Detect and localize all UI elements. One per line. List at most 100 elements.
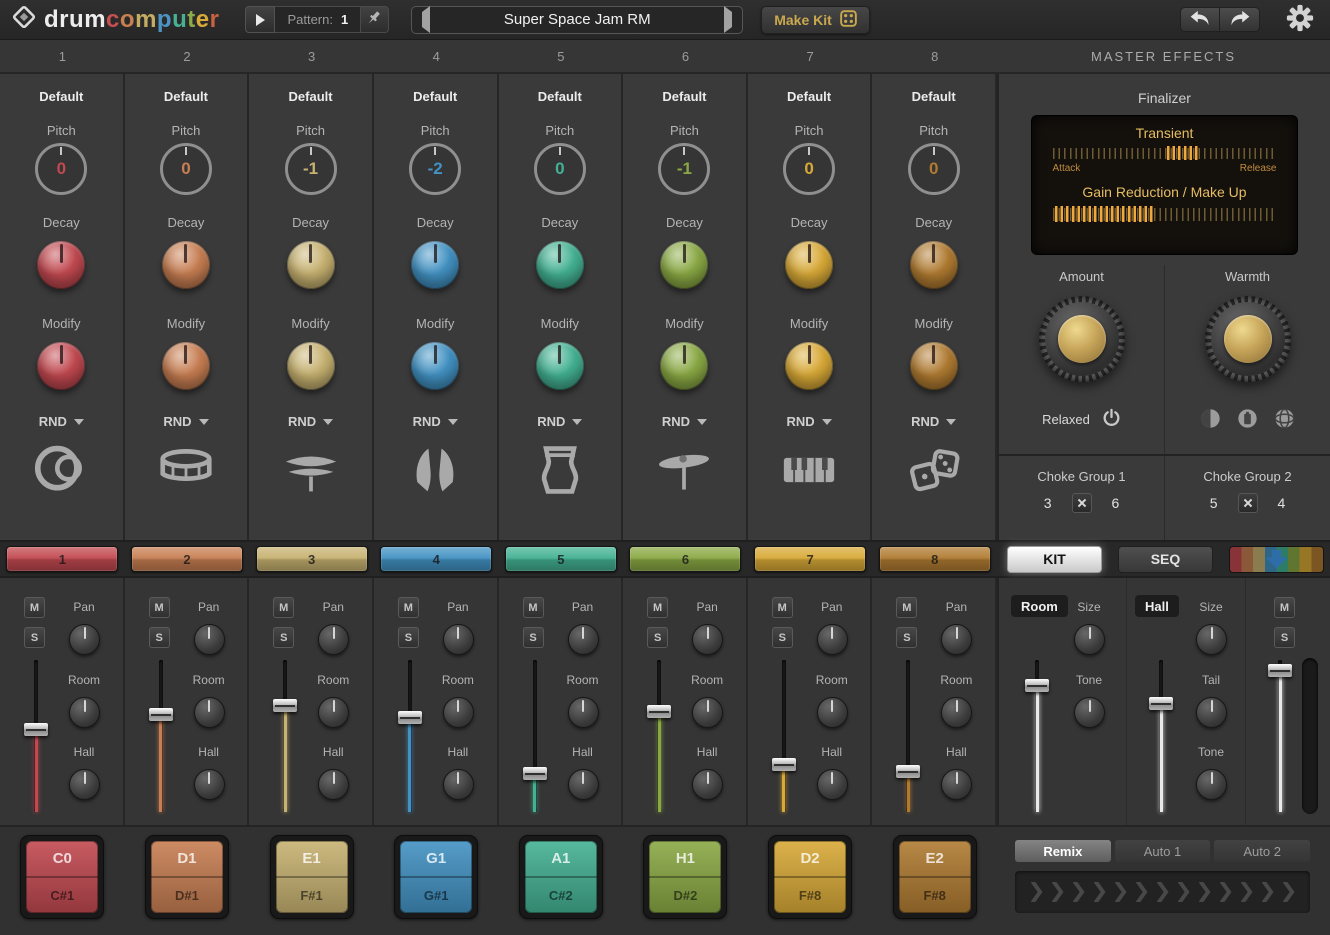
- kit-tab[interactable]: KIT: [1007, 546, 1102, 573]
- modify-knob[interactable]: [785, 342, 833, 390]
- modify-knob[interactable]: [910, 342, 958, 390]
- mute-button[interactable]: M: [772, 597, 793, 618]
- modify-knob[interactable]: [660, 342, 708, 390]
- modify-knob[interactable]: [162, 342, 210, 390]
- fader-thumb[interactable]: [273, 699, 297, 712]
- channel-preset-button[interactable]: Default: [413, 89, 457, 104]
- fader-thumb[interactable]: [523, 767, 547, 780]
- channel-select-pad[interactable]: 1: [6, 546, 118, 572]
- pitch-knob[interactable]: 0: [534, 143, 586, 195]
- room-send-knob[interactable]: [817, 697, 848, 728]
- volume-fader[interactable]: [273, 660, 297, 812]
- decay-knob[interactable]: [37, 241, 85, 289]
- rnd-selector[interactable]: RND: [39, 414, 84, 429]
- hall-button[interactable]: Hall: [1135, 595, 1179, 617]
- mute-button[interactable]: M: [24, 597, 45, 618]
- hall-size-knob[interactable]: [1196, 624, 1227, 655]
- pan-knob[interactable]: [318, 624, 349, 655]
- make-kit-button[interactable]: Make Kit: [761, 6, 870, 34]
- decay-knob[interactable]: [660, 241, 708, 289]
- decay-knob[interactable]: [910, 241, 958, 289]
- dice-icon[interactable]: [902, 441, 966, 499]
- hall-send-knob[interactable]: [568, 769, 599, 800]
- room-send-knob[interactable]: [443, 697, 474, 728]
- hall-send-knob[interactable]: [692, 769, 723, 800]
- pan-knob[interactable]: [194, 624, 225, 655]
- channel-preset-button[interactable]: Default: [289, 89, 333, 104]
- hihat-icon[interactable]: [279, 441, 343, 499]
- modify-knob[interactable]: [411, 342, 459, 390]
- fader-thumb[interactable]: [896, 765, 920, 778]
- solo-button[interactable]: S: [523, 627, 544, 648]
- decay-knob[interactable]: [287, 241, 335, 289]
- seq-tab[interactable]: SEQ: [1118, 546, 1213, 573]
- decay-knob[interactable]: [785, 241, 833, 289]
- volume-fader[interactable]: [24, 660, 48, 812]
- warmth-knob[interactable]: [1205, 296, 1291, 382]
- hall-send-knob[interactable]: [318, 769, 349, 800]
- hall-send-knob[interactable]: [817, 769, 848, 800]
- decay-knob[interactable]: [536, 241, 584, 289]
- pitch-knob[interactable]: 0: [160, 143, 212, 195]
- choke-group-1-first-channel[interactable]: 3: [1044, 495, 1052, 511]
- modify-knob[interactable]: [536, 342, 584, 390]
- channel-preset-button[interactable]: Default: [39, 89, 83, 104]
- solo-button[interactable]: S: [273, 627, 294, 648]
- channel-select-pad[interactable]: 8: [879, 546, 991, 572]
- channel-preset-button[interactable]: Default: [787, 89, 831, 104]
- fader-thumb[interactable]: [1268, 664, 1292, 677]
- solo-button[interactable]: S: [647, 627, 668, 648]
- channel-preset-button[interactable]: Default: [662, 89, 706, 104]
- note-pad[interactable]: D1 D#1: [145, 835, 229, 919]
- choke-group-1-second-channel[interactable]: 6: [1112, 495, 1120, 511]
- channel-preset-button[interactable]: Default: [912, 89, 956, 104]
- volume-fader[interactable]: [523, 660, 547, 812]
- room-size-knob[interactable]: [1074, 624, 1105, 655]
- hall-return-fader[interactable]: [1149, 660, 1173, 812]
- mute-button[interactable]: M: [647, 597, 668, 618]
- prev-preset-button[interactable]: [422, 12, 430, 27]
- contrast-mode-button[interactable]: [1200, 408, 1221, 432]
- remix-tab[interactable]: Remix: [1015, 840, 1111, 862]
- decay-knob[interactable]: [411, 241, 459, 289]
- room-send-knob[interactable]: [194, 697, 225, 728]
- pan-knob[interactable]: [568, 624, 599, 655]
- clap-icon[interactable]: [403, 441, 467, 499]
- solo-button[interactable]: S: [398, 627, 419, 648]
- amount-knob[interactable]: [1039, 296, 1125, 382]
- volume-fader[interactable]: [647, 660, 671, 812]
- note-pad[interactable]: G1 G#1: [394, 835, 478, 919]
- channel-preset-button[interactable]: Default: [538, 89, 582, 104]
- fader-thumb[interactable]: [1025, 679, 1049, 692]
- room-return-fader[interactable]: [1025, 660, 1049, 812]
- channel-select-pad[interactable]: 3: [256, 546, 368, 572]
- redo-button[interactable]: [1220, 7, 1260, 32]
- conga-icon[interactable]: [528, 441, 592, 499]
- pitch-knob[interactable]: -1: [285, 143, 337, 195]
- room-send-knob[interactable]: [69, 697, 100, 728]
- channel-select-pad[interactable]: 7: [754, 546, 866, 572]
- pattern-selector[interactable]: Pattern: 1: [275, 6, 361, 33]
- fader-thumb[interactable]: [1149, 697, 1173, 710]
- kit-dropdown-button[interactable]: [1229, 546, 1324, 573]
- auto1-tab[interactable]: Auto 1: [1115, 840, 1211, 862]
- finalizer-mode-label[interactable]: Relaxed: [1042, 412, 1090, 427]
- rnd-selector[interactable]: RND: [288, 414, 333, 429]
- volume-fader[interactable]: [398, 660, 422, 812]
- fader-thumb[interactable]: [24, 723, 48, 736]
- hall-send-knob[interactable]: [941, 769, 972, 800]
- choke-group-2-second-channel[interactable]: 4: [1278, 495, 1286, 511]
- rnd-selector[interactable]: RND: [911, 414, 956, 429]
- fader-thumb[interactable]: [772, 758, 796, 771]
- note-pad[interactable]: A1 C#2: [519, 835, 603, 919]
- channel-preset-button[interactable]: Default: [164, 89, 208, 104]
- room-button[interactable]: Room: [1011, 595, 1068, 617]
- mute-button[interactable]: M: [149, 597, 170, 618]
- mute-button[interactable]: M: [896, 597, 917, 618]
- solo-button[interactable]: S: [772, 627, 793, 648]
- pitch-knob[interactable]: 0: [908, 143, 960, 195]
- note-pad[interactable]: E2 F#8: [893, 835, 977, 919]
- choke-group-2-clear-button[interactable]: [1238, 493, 1258, 513]
- modify-knob[interactable]: [287, 342, 335, 390]
- rnd-selector[interactable]: RND: [786, 414, 831, 429]
